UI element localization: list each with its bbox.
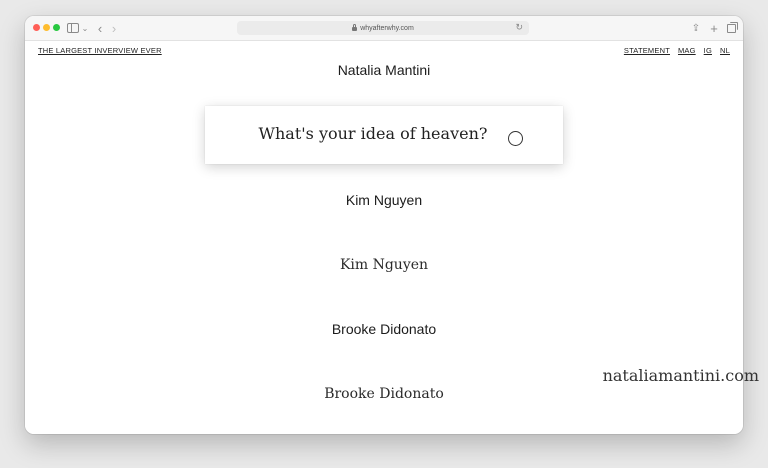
browser-toolbar: ⌄ ‹ › whyafterwhy.com ↻ ⇪ +: [25, 16, 743, 41]
forward-arrow-icon[interactable]: ›: [109, 21, 119, 36]
minimize-window-button[interactable]: [43, 24, 50, 31]
tabs-icon[interactable]: [725, 21, 738, 35]
screenshot-stage: ⌄ ‹ › whyafterwhy.com ↻ ⇪ + THE LARGEST …: [0, 0, 768, 468]
author-name[interactable]: Brooke Didonato: [25, 321, 743, 337]
question-card[interactable]: What's your idea of heaven?: [205, 106, 563, 164]
nav-mag[interactable]: MAG: [678, 46, 696, 55]
plus-icon[interactable]: +: [709, 21, 719, 36]
address-bar[interactable]: whyafterwhy.com ↻: [237, 21, 529, 35]
sidebar-icon[interactable]: [67, 21, 79, 35]
nav-nl[interactable]: NL: [720, 46, 730, 55]
reload-icon[interactable]: ↻: [515, 22, 523, 33]
nav-statement[interactable]: STATEMENT: [624, 46, 670, 55]
close-window-button[interactable]: [33, 24, 40, 31]
author-name[interactable]: Kim Nguyen: [25, 192, 743, 208]
answer-text[interactable]: Brooke Didonato: [25, 386, 743, 402]
nav-ig[interactable]: IG: [704, 46, 712, 55]
chevron-down-icon[interactable]: ⌄: [81, 21, 89, 35]
author-name[interactable]: Natalia Mantini: [25, 62, 743, 78]
circle-icon[interactable]: [508, 131, 523, 146]
watermark-text: nataliamantini.com: [602, 366, 759, 385]
site-title-link[interactable]: THE LARGEST INVERVIEW EVER: [38, 46, 162, 55]
zoom-window-button[interactable]: [53, 24, 60, 31]
answer-text[interactable]: Kim Nguyen: [25, 257, 743, 273]
question-text: What's your idea of heaven?: [258, 124, 488, 143]
share-icon[interactable]: ⇪: [691, 21, 701, 35]
back-arrow-icon[interactable]: ‹: [95, 21, 105, 36]
url-text: whyafterwhy.com: [360, 24, 414, 32]
top-nav: STATEMENT MAG IG NL: [624, 46, 730, 55]
lock-icon: [352, 24, 358, 31]
